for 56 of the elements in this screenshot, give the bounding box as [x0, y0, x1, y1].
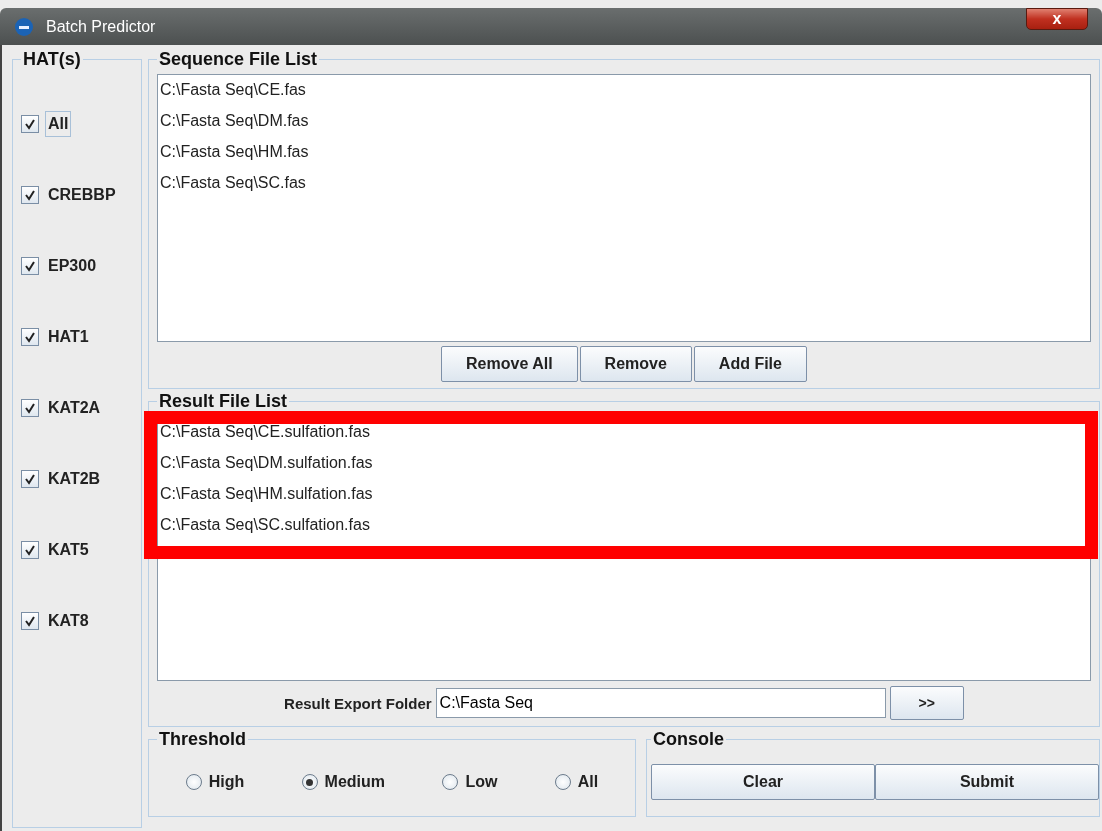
- file-item[interactable]: C:\Fasta Seq\HM.fas: [160, 141, 1088, 172]
- checkbox-label[interactable]: KAT8: [45, 607, 92, 634]
- radio-button[interactable]: [185, 774, 202, 790]
- check-icon: [24, 472, 36, 485]
- radio-button[interactable]: [442, 774, 459, 790]
- file-item[interactable]: C:\Fasta Seq\DM.sulfation.fas: [160, 452, 1088, 483]
- radio-label[interactable]: Low: [465, 773, 498, 791]
- export-folder-field[interactable]: C:\Fasta Seq: [435, 688, 886, 718]
- check-icon: [24, 543, 36, 556]
- checkbox[interactable]: [21, 469, 39, 488]
- checkbox[interactable]: [21, 327, 39, 346]
- close-button[interactable]: x: [1026, 8, 1088, 30]
- check-icon: [24, 614, 36, 627]
- app-logo-icon: [14, 16, 34, 37]
- radio-label[interactable]: Medium: [324, 773, 386, 791]
- file-item[interactable]: C:\Fasta Seq\HM.sulfation.fas: [160, 483, 1088, 514]
- checkbox-label[interactable]: HAT1: [45, 323, 92, 350]
- checkbox[interactable]: [21, 256, 39, 275]
- checkbox-label[interactable]: KAT5: [45, 536, 92, 563]
- list-button[interactable]: Add File: [693, 346, 807, 382]
- radio-button[interactable]: [554, 774, 571, 790]
- group-title: HAT(s): [22, 49, 82, 70]
- console-button[interactable]: Submit: [875, 764, 1099, 800]
- checkbox[interactable]: [21, 611, 39, 630]
- radio-label[interactable]: All: [577, 773, 599, 791]
- file-item[interactable]: C:\Fasta Seq\DM.fas: [160, 110, 1088, 141]
- checkbox[interactable]: [21, 540, 39, 559]
- check-icon: [24, 117, 36, 130]
- checkbox-label[interactable]: CREBBP: [45, 181, 119, 208]
- radio-label[interactable]: High: [208, 773, 245, 791]
- file-item[interactable]: C:\Fasta Seq\SC.sulfation.fas: [160, 514, 1088, 545]
- check-icon: [24, 401, 36, 414]
- group-title: Console: [652, 729, 725, 750]
- checkbox-label[interactable]: All: [45, 110, 72, 137]
- check-icon: [24, 330, 36, 343]
- field-label: Result Export Folder: [284, 694, 432, 712]
- checkbox-label[interactable]: KAT2B: [45, 465, 104, 492]
- checkbox[interactable]: [21, 114, 39, 133]
- file-item[interactable]: C:\Fasta Seq\CE.sulfation.fas: [160, 421, 1088, 452]
- checkbox-label[interactable]: KAT2A: [45, 394, 104, 421]
- group-title: Result File List: [158, 391, 289, 412]
- list-button[interactable]: Remove All: [441, 346, 578, 382]
- group-title: Sequence File List: [158, 49, 319, 70]
- browse-button[interactable]: >>: [889, 686, 964, 720]
- checkbox[interactable]: [21, 398, 39, 417]
- console-button[interactable]: Clear: [651, 764, 875, 800]
- check-icon: [24, 259, 36, 272]
- checkbox-label[interactable]: EP300: [45, 252, 100, 279]
- check-icon: [24, 188, 36, 201]
- checkbox[interactable]: [21, 185, 39, 204]
- radio-button[interactable]: [301, 774, 318, 790]
- list-button[interactable]: Remove: [579, 346, 692, 382]
- file-item[interactable]: C:\Fasta Seq\CE.fas: [160, 79, 1088, 110]
- file-item[interactable]: C:\Fasta Seq\SC.fas: [160, 172, 1088, 203]
- window-title: Batch Predictor: [46, 17, 156, 36]
- group-title: Threshold: [158, 729, 247, 750]
